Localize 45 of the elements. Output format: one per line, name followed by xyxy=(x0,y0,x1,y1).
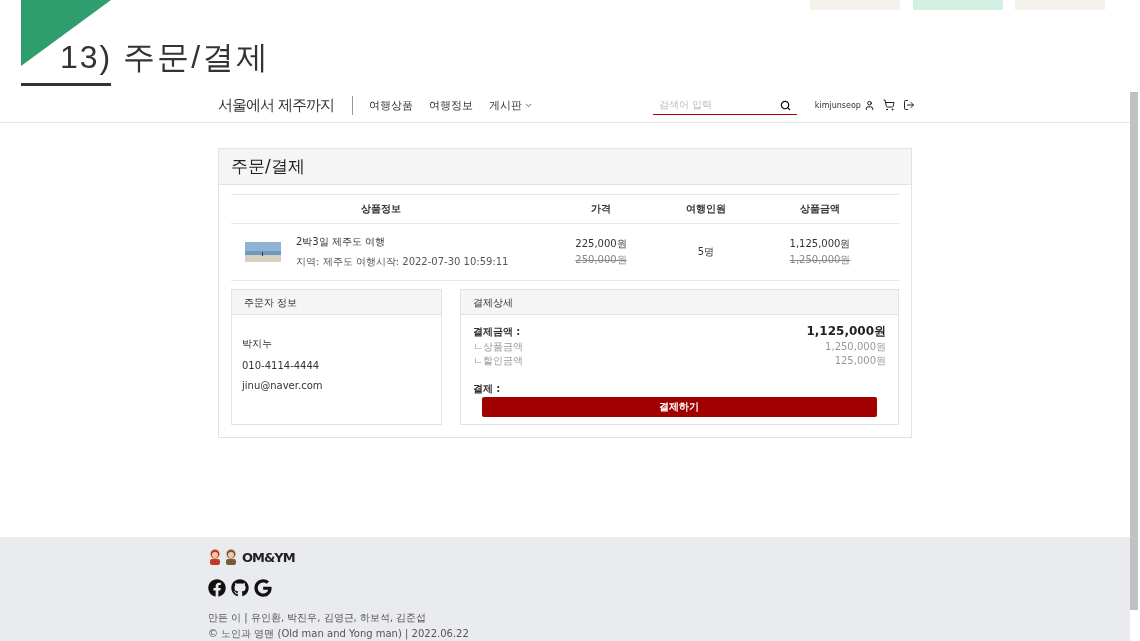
detail-label: ㄴ상품금액 xyxy=(472,340,523,354)
column-header: 상품정보 xyxy=(361,202,401,216)
nav-link[interactable]: 여행상품 xyxy=(368,97,413,113)
detail-label: ㄴ할인금액 xyxy=(472,354,523,368)
logout-icon[interactable] xyxy=(902,99,915,111)
product-meta: 지역: 제주도 여행시작: 2022-07-30 10:59:11 xyxy=(296,255,509,269)
product-name[interactable]: 2박3일 제주도 여행 xyxy=(296,235,509,249)
buyer-email: jinu@naver.com xyxy=(242,380,324,391)
site-logo[interactable]: 서울에서 제주까지 xyxy=(218,95,353,115)
facebook-icon[interactable] xyxy=(208,579,226,597)
nav-link[interactable]: 여행정보 xyxy=(428,97,473,113)
search-field[interactable]: 검색어 입력 xyxy=(652,95,797,115)
column-header: 가격 xyxy=(591,202,611,216)
user-name: kimjunseop xyxy=(814,100,861,110)
search-icon[interactable] xyxy=(779,99,791,111)
cart-icon[interactable] xyxy=(882,99,895,111)
pay-button[interactable]: 결제하기 xyxy=(481,397,877,417)
payment-label: 결제 : xyxy=(472,382,501,396)
nav-link[interactable]: 게시판 xyxy=(488,97,533,113)
buyer-name: 박지누 xyxy=(242,337,273,351)
total-amount: 1,125,000원 xyxy=(806,323,886,340)
scrollbar[interactable] xyxy=(1130,92,1138,610)
detail-value: 1,250,000원 xyxy=(825,340,886,354)
buyer-phone: 010-4114-4444 xyxy=(242,360,321,371)
price: 225,000원 xyxy=(575,237,627,251)
order-title: 주문/결제 xyxy=(219,149,911,185)
total-label: 결제금액 : xyxy=(472,324,521,339)
original-amount: 1,250,000원 xyxy=(789,253,851,267)
user-icon[interactable] xyxy=(863,99,875,111)
makers-text: 만든 이 | 유인환, 박진우, 김영근, 하보석, 김준섭 xyxy=(208,611,428,625)
github-icon[interactable] xyxy=(231,579,249,597)
original-price: 250,000원 xyxy=(575,253,627,267)
slide-title: 13) 주문/결제 xyxy=(60,38,271,77)
person-icon xyxy=(208,549,222,565)
copyright-text: © 노인과 영맨 (Old man and Yong man) | 2022.06.22 xyxy=(208,627,470,641)
column-header: 상품금액 xyxy=(800,202,840,216)
panel-title: 주문자 정보 xyxy=(232,290,441,315)
column-header: 여행인원 xyxy=(686,202,726,216)
google-icon[interactable] xyxy=(254,579,272,597)
person-icon xyxy=(224,549,238,565)
detail-value: 125,000원 xyxy=(834,354,886,368)
people-count: 5명 xyxy=(697,245,715,259)
panel-title: 결제상세 xyxy=(460,290,898,315)
product-amount: 1,125,000원 xyxy=(789,237,851,251)
brand-name: OM&YM xyxy=(242,549,295,565)
